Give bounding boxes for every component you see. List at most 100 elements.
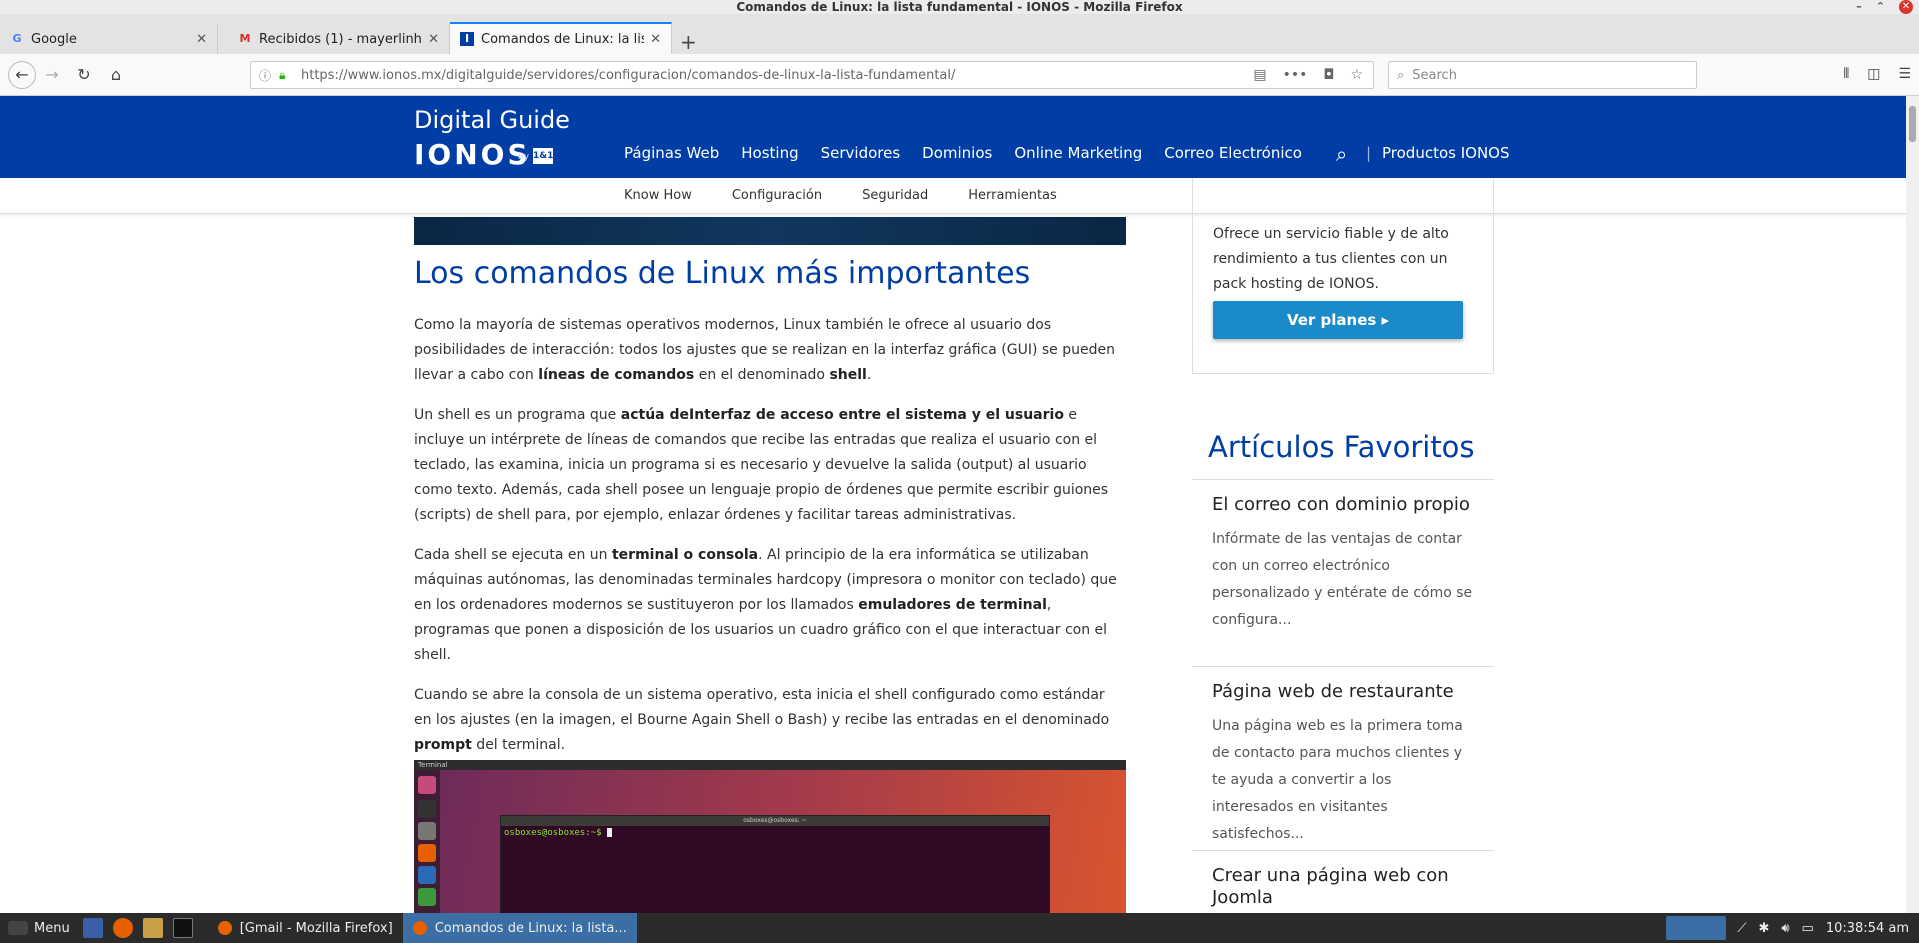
url-bar[interactable]: ⓘ 🔒︎ https://www.ionos.mx/digitalguide/s… [250,61,1374,89]
ver-planes-button[interactable]: Ver planes ▸ [1213,301,1463,339]
subnav-know-how[interactable]: Know How [624,188,692,203]
tab-google[interactable]: G Google ✕ [0,24,218,54]
page-scrollbar[interactable] [1906,96,1919,913]
window-title: Comandos de Linux: la lista fundamental … [736,0,1183,14]
pocket-icon[interactable]: ◘ [1323,67,1334,83]
article-body: Los comandos de Linux más importantes Co… [414,256,1126,773]
favorite-article-title[interactable]: Crear una página web con Joomla [1212,865,1474,909]
article-heading: Los comandos de Linux más importantes [414,256,1031,291]
calc-app-icon [418,888,436,906]
info-icon[interactable]: ⓘ [259,67,279,84]
navigation-toolbar: ← → ↻ ⌂ ⓘ 🔒︎ https://www.ionos.mx/digita… [0,54,1919,96]
network-icon[interactable]: ⟋ [1737,921,1746,936]
bluetooth-icon[interactable]: ✱ [1758,921,1769,936]
sidebar-icon[interactable]: ◫ [1867,66,1880,82]
hamburger-menu-icon[interactable]: ☰ [1898,66,1911,82]
favorite-article-desc: Infórmate de las ventajas de contar con … [1212,531,1473,628]
menu-icon [8,921,28,935]
favorite-article[interactable]: Página web de restaurante Una página web… [1192,666,1494,848]
page-actions-icon[interactable]: ••• [1283,67,1308,83]
screenshot-terminal-title: osboxes@osboxes: ~ [501,816,1049,826]
search-input[interactable]: ⌕ Search [1388,61,1697,89]
writer-app-icon [418,866,436,884]
site-header: Digital Guide IONOS by 1&1 Páginas Web H… [0,96,1906,178]
tab-label: Comandos de Linux: la lista [481,31,645,47]
url-text[interactable]: https://www.ionos.mx/digitalguide/servid… [301,68,1253,83]
nav-online-marketing[interactable]: Online Marketing [1014,144,1142,162]
favorite-article[interactable]: El correo con dominio propio Infórmate d… [1192,479,1494,634]
window-titlebar: Comandos de Linux: la lista fundamental … [0,0,1919,14]
workspace-switcher[interactable] [1666,916,1726,940]
tab-label: Google [31,31,77,47]
promo-text: Ofrece un servicio fiable y de alto rend… [1213,226,1449,292]
close-tab-icon[interactable]: ✕ [428,32,439,47]
screenshot-prompt: osboxes@osboxes:~$ [501,826,1049,840]
files-launcher-icon[interactable] [142,918,163,938]
clock[interactable]: 10:38:54 am [1826,921,1909,936]
favorites-title: Artículos Favoritos [1208,430,1475,464]
tab-gmail[interactable]: M Recibidos (1) - mayerlinhort ✕ [228,24,450,54]
reader-view-icon[interactable]: ▤ [1253,67,1266,83]
favorite-article-title[interactable]: Página web de restaurante [1212,681,1474,703]
tab-ionos[interactable]: I Comandos de Linux: la lista ✕ [450,22,672,54]
subnav-herramientas[interactable]: Herramientas [968,188,1057,203]
products-link[interactable]: Productos IONOS [1382,144,1510,162]
close-window-icon[interactable]: ✕ [1899,0,1913,14]
forward-icon[interactable]: → [40,63,64,87]
favorite-article[interactable]: Crear una página web con Joomla [1192,850,1494,913]
close-tab-icon[interactable]: ✕ [196,32,207,47]
scrollbar-thumb[interactable] [1909,106,1916,142]
article-paragraph: Un shell es un programa que actúa deInte… [414,407,1109,523]
ubuntu-dash-icon [418,776,436,794]
new-tab-icon[interactable]: + [680,30,697,54]
favorite-article-title[interactable]: El correo con dominio propio [1212,494,1474,516]
nav-hosting[interactable]: Hosting [741,144,798,162]
firefox-app-icon [418,844,436,862]
os-taskbar: Menu [Gmail - Mozilla Firefox] Comandos … [0,913,1919,943]
subnav-configuracion[interactable]: Configuración [732,188,822,203]
tab-label: Recibidos (1) - mayerlinhort [259,31,422,47]
library-icon[interactable]: ⫴ [1843,66,1849,82]
lock-icon[interactable]: 🔒︎ [279,68,293,83]
bookmark-star-icon[interactable]: ☆ [1350,67,1363,83]
minimize-icon[interactable]: – [1856,0,1862,14]
screenshot-dock [414,770,440,913]
taskbar-item-ionos[interactable]: Comandos de Linux: la lista... [402,913,637,943]
battery-icon[interactable]: ▭ [1802,921,1814,936]
nav-dominios[interactable]: Dominios [922,144,992,162]
terminal-launcher-icon[interactable] [172,918,193,938]
firefox-icon [217,921,232,935]
files-app-icon [418,822,436,840]
reload-icon[interactable]: ↻ [72,63,96,87]
nav-paginas-web[interactable]: Páginas Web [624,144,719,162]
article-paragraph: Como la mayoría de sistemas operativos m… [414,317,1115,383]
home-icon[interactable]: ⌂ [104,63,128,87]
web-page: Digital Guide IONOS by 1&1 Páginas Web H… [0,96,1906,913]
screenshot-terminal-window: osboxes@osboxes: ~ osboxes@osboxes:~$ [500,815,1050,913]
maximize-icon[interactable]: ⌃ [1876,0,1885,14]
taskbar-item-gmail[interactable]: [Gmail - Mozilla Firefox] [208,913,403,943]
firefox-launcher-icon[interactable] [112,918,133,938]
subnav-seguridad[interactable]: Seguridad [862,188,928,203]
close-tab-icon[interactable]: ✕ [650,32,661,47]
show-desktop-icon[interactable] [82,918,103,938]
terminal-screenshot-image: Terminal osboxes@osboxes: ~ osboxes@osbo… [414,760,1126,913]
start-menu-button[interactable]: Menu [0,913,78,943]
main-nav: Páginas Web Hosting Servidores Dominios … [624,144,1302,162]
hosting-promo-box: Ofrece un servicio fiable y de alto rend… [1192,178,1494,374]
firefox-icon [412,921,427,935]
back-icon[interactable]: ← [8,61,36,89]
nav-servidores[interactable]: Servidores [821,144,901,162]
favorite-article-desc: Una página web es la primera toma de con… [1212,718,1463,842]
search-icon: ⌕ [1397,67,1405,83]
nav-correo-electronico[interactable]: Correo Electrónico [1164,144,1302,162]
ionos-logo[interactable]: IONOS [414,138,531,171]
volume-icon[interactable]: 🔊︎ [1781,921,1789,936]
header-separator: | [1366,144,1372,162]
site-search-icon[interactable]: ⌕ [1336,142,1347,166]
article-paragraph: Cuando se abre la consola de un sistema … [414,687,1110,753]
terminal-app-icon [418,800,436,818]
hero-image [414,217,1126,245]
brand-by: by [518,152,530,162]
brand-title[interactable]: Digital Guide [414,106,570,134]
